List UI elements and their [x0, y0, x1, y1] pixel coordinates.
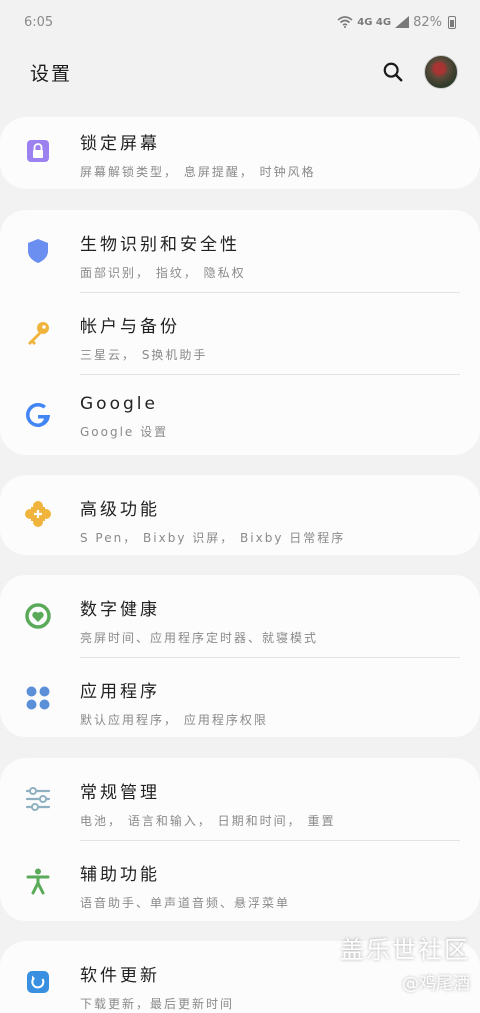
settings-card-general: 常规管理 电池， 语言和输入， 日期和时间， 重置 辅助功能 语音助手、单声道音… [0, 758, 480, 921]
watermark-line2: @鸡尾酒 [402, 974, 470, 994]
signal-icon [395, 16, 410, 28]
settings-card-lock: 锁定屏幕 屏幕解锁类型， 息屏提醒， 时钟风格 [0, 117, 480, 189]
item-subtitle: 亮屏时间、应用程序定时器、就寝模式 [80, 631, 319, 645]
item-subtitle: 默认应用程序， 应用程序权限 [80, 713, 268, 727]
avatar[interactable] [424, 55, 458, 89]
item-subtitle: 电池， 语言和输入， 日期和时间， 重置 [80, 814, 336, 828]
settings-item-digital-wellbeing[interactable]: 数字健康 亮屏时间、应用程序定时器、就寝模式 [0, 575, 480, 657]
wifi-icon [337, 16, 353, 28]
item-title: 数字健康 [80, 600, 160, 620]
divider [80, 657, 460, 658]
settings-card-advanced: 高级功能 S Pen， Bixby 识屏， Bixby 日常程序 [0, 475, 480, 555]
settings-item-advanced-features[interactable]: 高级功能 S Pen， Bixby 识屏， Bixby 日常程序 [0, 475, 480, 555]
update-icon [27, 971, 49, 993]
battery-percent: 82% [413, 14, 442, 30]
lock-icon [27, 140, 49, 162]
settings-item-accounts[interactable]: 帐户与备份 三星云， S换机助手 [0, 292, 480, 374]
settings-item-apps[interactable]: 应用程序 默认应用程序， 应用程序权限 [0, 657, 480, 739]
watermark-line1: 盖乐世社区 [340, 936, 470, 964]
settings-card-security: 生物识别和安全性 面部识别， 指纹， 隐私权 帐户与备份 三星云， S换机助手 … [0, 210, 480, 455]
google-icon [26, 402, 50, 427]
settings-item-lock-screen[interactable]: 锁定屏幕 屏幕解锁类型， 息屏提醒， 时钟风格 [0, 117, 480, 189]
key-icon [28, 322, 49, 345]
item-title: Google [80, 394, 158, 414]
settings-item-google[interactable]: Google Google 设置 [0, 374, 480, 456]
apps-icon [26, 686, 50, 710]
divider [80, 374, 460, 375]
network-label: 4G 4G [357, 16, 392, 28]
item-title: 生物识别和安全性 [80, 235, 240, 255]
item-subtitle: 面部识别， 指纹， 隐私权 [80, 266, 246, 280]
item-subtitle: 语音助手、单声道音频、悬浮菜单 [80, 896, 291, 910]
item-subtitle: 屏幕解锁类型， 息屏提醒， 时钟风格 [80, 165, 316, 179]
status-bar: 6:05 4G 4G 82% [0, 0, 480, 44]
item-title: 高级功能 [80, 500, 160, 520]
sliders-icon [25, 787, 51, 811]
page-title: 设置 [30, 62, 73, 85]
watermark: 盖乐世社区 @鸡尾酒 [340, 930, 470, 994]
header: 设置 [0, 44, 480, 100]
search-icon[interactable] [382, 61, 404, 83]
item-title: 辅助功能 [80, 865, 160, 885]
shield-icon [28, 239, 48, 263]
divider [80, 292, 460, 293]
settings-item-biometrics[interactable]: 生物识别和安全性 面部识别， 指纹， 隐私权 [0, 210, 480, 292]
battery-icon [448, 15, 456, 29]
settings-item-accessibility[interactable]: 辅助功能 语音助手、单声道音频、悬浮菜单 [0, 840, 480, 922]
status-time: 6:05 [24, 14, 54, 30]
settings-item-general-management[interactable]: 常规管理 电池， 语言和输入， 日期和时间， 重置 [0, 758, 480, 840]
status-icons: 4G 4G 82% [337, 15, 456, 30]
divider [80, 840, 460, 841]
puzzle-icon [25, 501, 51, 527]
header-actions [382, 55, 458, 89]
item-title: 锁定屏幕 [80, 134, 160, 154]
item-title: 帐户与备份 [80, 317, 180, 337]
item-subtitle: S Pen， Bixby 识屏， Bixby 日常程序 [80, 531, 346, 545]
item-title: 常规管理 [80, 783, 160, 803]
accessibility-icon [26, 868, 50, 895]
item-subtitle: 三星云， S换机助手 [80, 348, 208, 362]
settings-card-wellbeing: 数字健康 亮屏时间、应用程序定时器、就寝模式 应用程序 默认应用程序， 应用程序… [0, 575, 480, 737]
item-subtitle: Google 设置 [80, 425, 169, 439]
item-title: 应用程序 [80, 682, 160, 702]
item-subtitle: 下载更新，最后更新时间 [80, 997, 235, 1011]
wellbeing-icon [25, 603, 51, 629]
